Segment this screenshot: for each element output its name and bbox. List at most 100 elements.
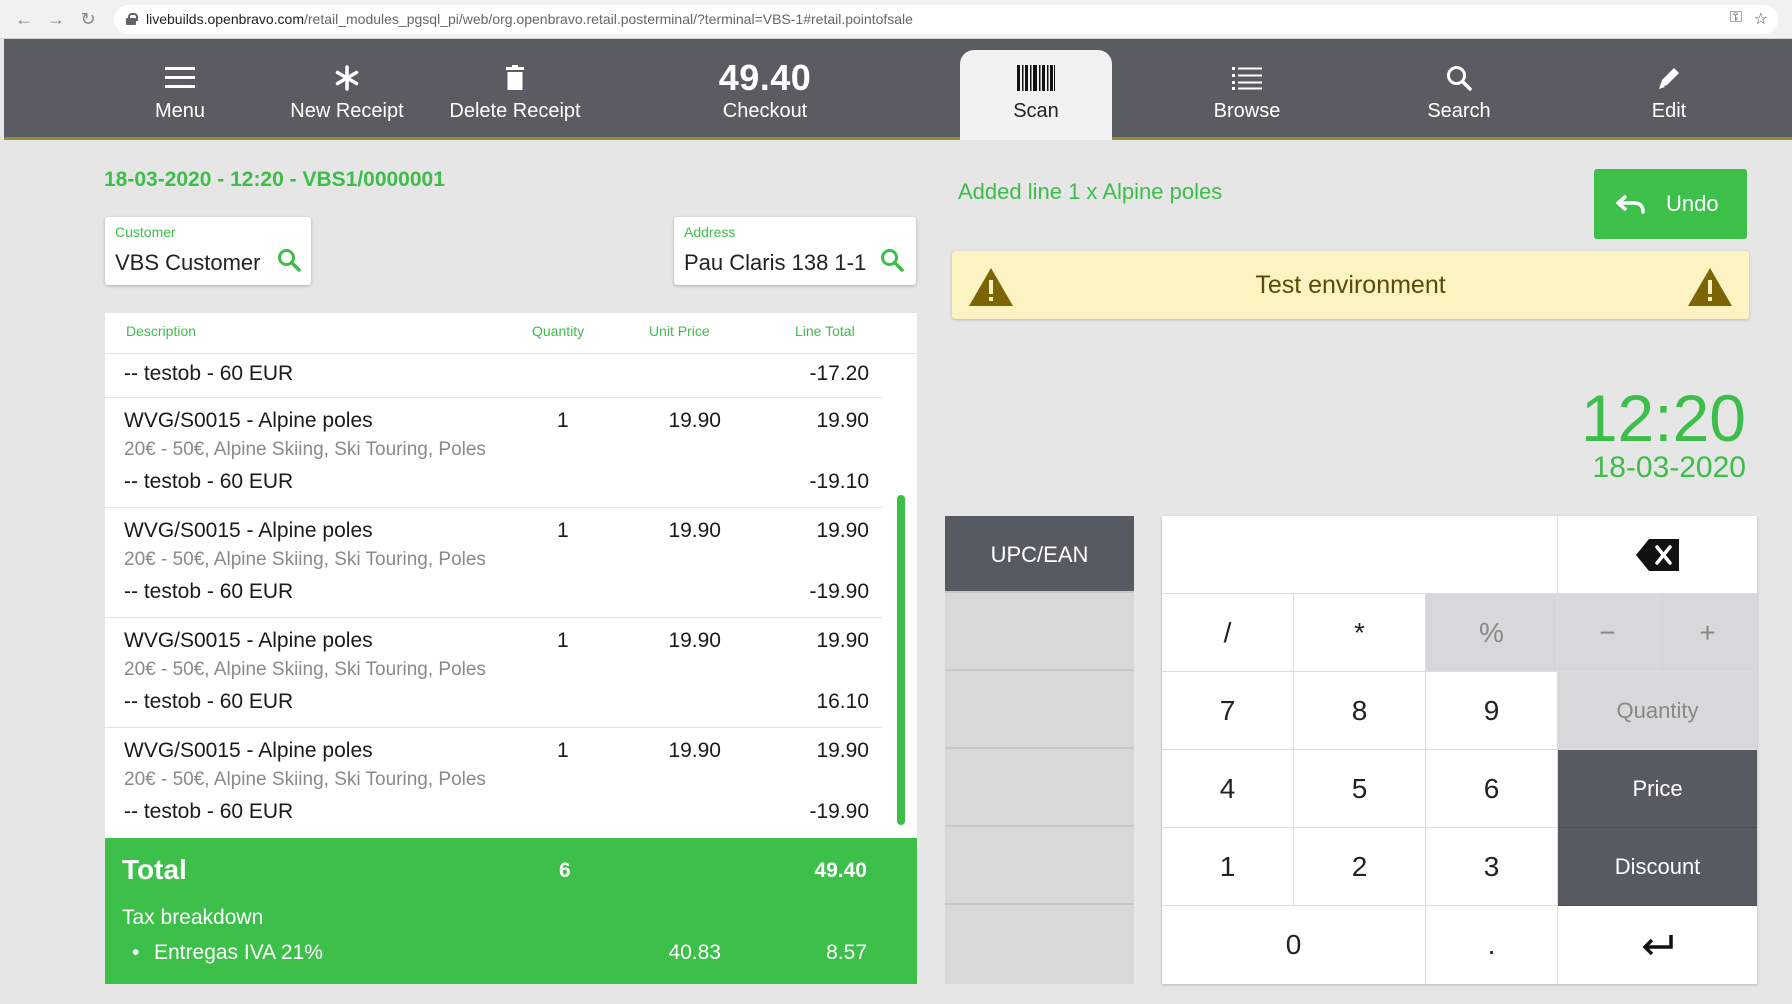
key-icon[interactable]: ⚿: [1730, 9, 1742, 27]
product-name: WVG/S0015 - Alpine poles: [124, 739, 373, 762]
key-plus[interactable]: +: [1658, 594, 1757, 672]
key-1[interactable]: 1: [1162, 828, 1294, 906]
key-8[interactable]: 8: [1294, 672, 1426, 750]
product-name: WVG/S0015 - Alpine poles: [124, 629, 373, 652]
discount-line-amount: -17.20: [809, 362, 869, 385]
total-label: Total: [122, 854, 187, 885]
line-price: 19.90: [668, 409, 721, 432]
line-discount-label: -- testob - 60 EUR: [124, 580, 294, 603]
total-amount: 49.40: [814, 859, 867, 882]
key-6[interactable]: 6: [1426, 750, 1558, 828]
back-icon[interactable]: ←: [12, 8, 36, 30]
key-2[interactable]: 2: [1294, 828, 1426, 906]
warning-icon: [1688, 268, 1732, 306]
key-5[interactable]: 5: [1294, 750, 1426, 828]
empty-side-key: [945, 828, 1134, 905]
line-qty: 1: [557, 409, 569, 432]
header-unit-price: Unit Price: [649, 323, 710, 339]
search-button[interactable]: Search: [1374, 39, 1544, 137]
undo-button[interactable]: Undo: [1594, 169, 1747, 239]
checkout-amount: 49.40: [718, 57, 812, 98]
line-discount-amount: -19.90: [809, 800, 869, 823]
line-discount-label: -- testob - 60 EUR: [124, 470, 294, 493]
backspace-button[interactable]: [1558, 516, 1757, 594]
line-total: 19.90: [816, 409, 869, 432]
backspace-icon: [1635, 538, 1679, 571]
forward-icon[interactable]: →: [44, 8, 68, 30]
row-divider: [105, 617, 883, 618]
enter-icon: [1642, 935, 1673, 956]
address-bar[interactable]: livebuilds.openbravo.com/retail_modules_…: [114, 5, 1778, 34]
key-0[interactable]: 0: [1162, 906, 1426, 984]
checkout-button[interactable]: 49.40 Checkout: [670, 39, 860, 137]
line-total: 19.90: [816, 519, 869, 542]
key-dot[interactable]: .: [1426, 906, 1558, 984]
delete-receipt-button[interactable]: Delete Receipt: [430, 39, 600, 137]
header-quantity: Quantity: [532, 323, 585, 339]
line-discount-label: -- testob - 60 EUR: [124, 690, 294, 713]
header-line-total: Line Total: [795, 323, 855, 339]
line-price: 19.90: [668, 629, 721, 652]
product-name: WVG/S0015 - Alpine poles: [124, 409, 373, 432]
key-3[interactable]: 3: [1426, 828, 1558, 906]
trash-icon: [430, 63, 600, 93]
line-qty: 1: [557, 629, 569, 652]
row-divider: [105, 397, 883, 398]
line-discount-amount: -19.90: [809, 580, 869, 603]
empty-side-key: [945, 750, 1134, 827]
key-slash[interactable]: /: [1162, 594, 1294, 672]
row-divider: [105, 507, 883, 508]
product-name: WVG/S0015 - Alpine poles: [124, 519, 373, 542]
key-percent[interactable]: %: [1426, 594, 1558, 672]
lines-scrollbar[interactable]: [897, 495, 905, 825]
quantity-button[interactable]: Quantity: [1558, 672, 1757, 750]
customer-selector[interactable]: Customer VBS Customer: [105, 217, 311, 285]
line-qty: 1: [557, 519, 569, 542]
main-toolbar: Menu New Receipt Delete Receipt 49.40 Ch…: [4, 39, 1792, 140]
key-9[interactable]: 9: [1426, 672, 1558, 750]
key-star[interactable]: *: [1294, 594, 1426, 672]
enter-button[interactable]: [1558, 906, 1757, 984]
empty-side-key: [945, 594, 1134, 671]
edit-button[interactable]: Edit: [1584, 39, 1754, 137]
asterisk-icon: [262, 63, 432, 93]
key-4[interactable]: 4: [1162, 750, 1294, 828]
price-button[interactable]: Price: [1558, 750, 1757, 828]
header-divider: [105, 353, 917, 354]
key-minus[interactable]: −: [1558, 594, 1658, 672]
tax-bullet: •: [132, 941, 140, 964]
menu-button[interactable]: Menu: [100, 39, 260, 137]
clock-date: 18-03-2020: [1592, 451, 1746, 484]
new-receipt-button[interactable]: New Receipt: [262, 39, 432, 137]
address-value: Pau Claris 138 1-1: [684, 250, 867, 275]
total-panel: Total 6 49.40 Tax breakdown • Entregas I…: [105, 838, 917, 984]
receipt-lines-table[interactable]: Description Quantity Unit Price Line Tot…: [105, 313, 917, 838]
barcode-icon: [960, 63, 1112, 93]
line-total: 19.90: [816, 739, 869, 762]
customer-search-icon[interactable]: [277, 248, 301, 272]
clock-time: 12:20: [1580, 381, 1746, 455]
line-price: 19.90: [668, 519, 721, 542]
pencil-icon: [1584, 63, 1754, 93]
line-discount-amount: 16.10: [816, 690, 869, 713]
bookmark-star-icon[interactable]: ☆: [1754, 9, 1768, 29]
added-line-message: Added line 1 x Alpine poles: [958, 179, 1223, 204]
address-selector[interactable]: Address Pau Claris 138 1-1: [674, 217, 916, 285]
upc-ean-mode-button[interactable]: UPC/EAN: [945, 516, 1134, 593]
tax-amount: 8.57: [826, 941, 867, 964]
url-text: livebuilds.openbravo.com/retail_modules_…: [146, 11, 913, 27]
reload-icon[interactable]: ↻: [76, 8, 100, 30]
customer-name: VBS Customer: [115, 250, 261, 275]
scan-tab[interactable]: Scan: [960, 50, 1112, 140]
discount-button[interactable]: Discount: [1558, 828, 1757, 906]
lock-icon: [126, 13, 138, 25]
browser-bar: ← → ↻ livebuilds.openbravo.com/retail_mo…: [0, 0, 1792, 39]
address-search-icon[interactable]: [880, 248, 904, 272]
browse-button[interactable]: Browse: [1162, 39, 1332, 137]
tax-base: 40.83: [668, 941, 721, 964]
tax-breakdown-label: Tax breakdown: [122, 906, 264, 929]
numeric-keypad: / * % − + 7 8 9 Quantity 4 5 6 Price 1 2…: [1162, 516, 1757, 984]
test-environment-banner: Test environment: [952, 251, 1749, 319]
product-attributes: 20€ - 50€, Alpine Skiing, Ski Touring, P…: [124, 439, 486, 460]
key-7[interactable]: 7: [1162, 672, 1294, 750]
